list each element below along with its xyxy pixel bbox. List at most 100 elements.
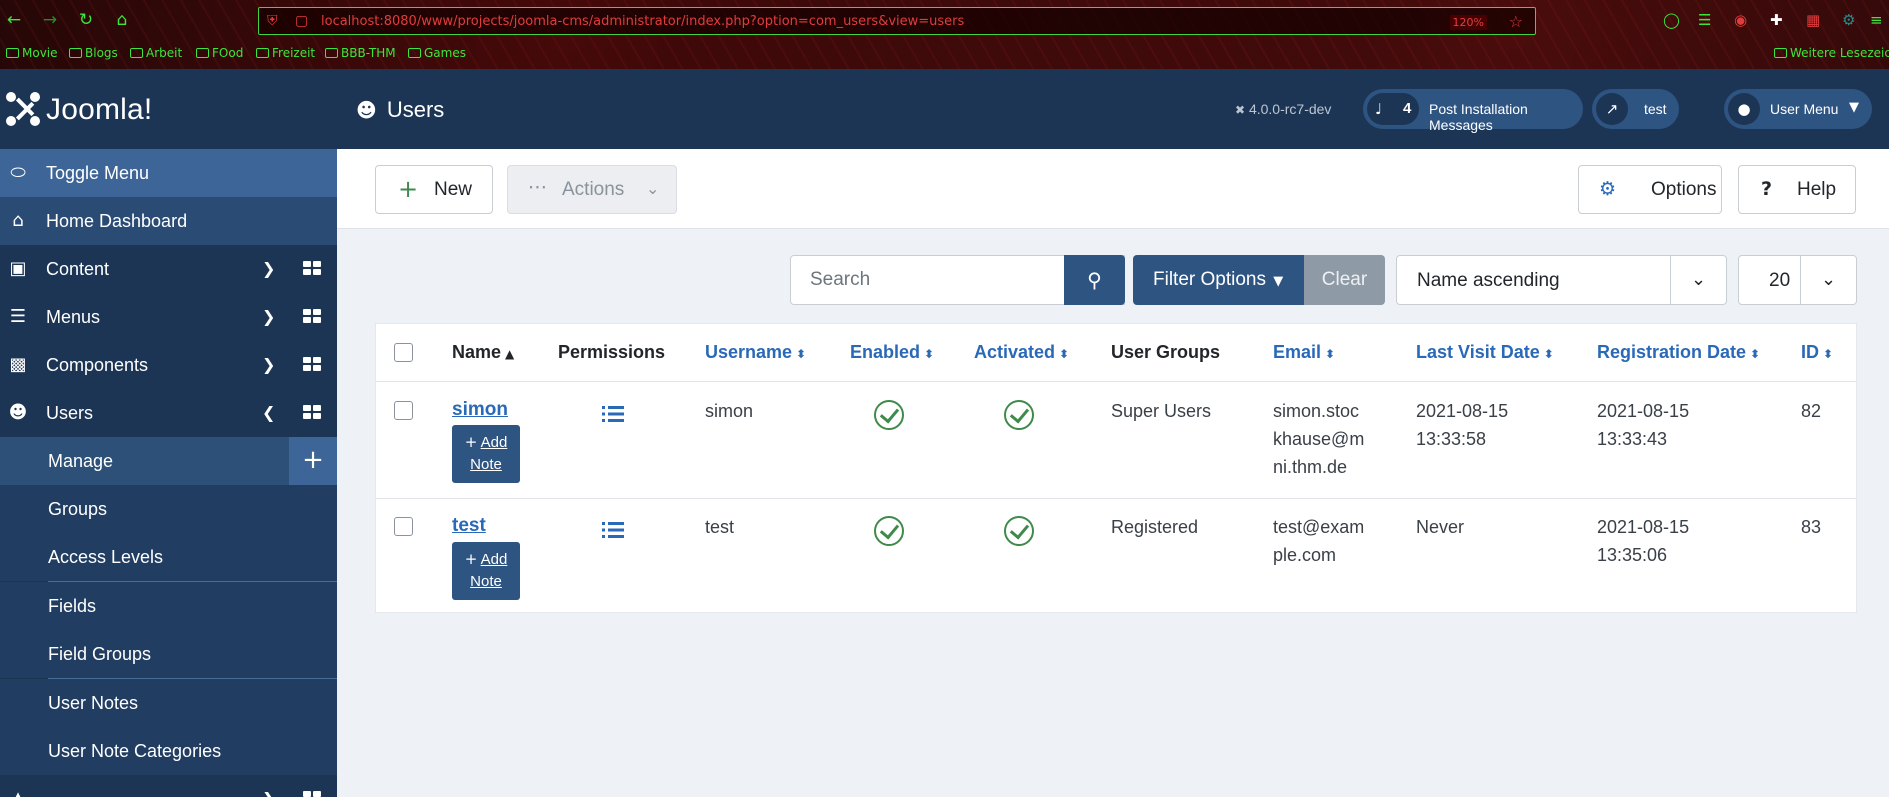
sidebar-item-label: Content bbox=[46, 259, 110, 279]
add-note-button[interactable]: + Add Note bbox=[452, 425, 520, 483]
brand[interactable]: Joomla! bbox=[0, 69, 337, 149]
sidebar-item-home-dashboard[interactable]: ⌂ Home Dashboard bbox=[0, 197, 337, 245]
chevron-right-icon: ❯ bbox=[262, 355, 276, 374]
bookmark-folder[interactable]: FOod bbox=[196, 46, 243, 60]
user-name-link[interactable]: simon bbox=[452, 395, 508, 424]
sidebar-item-content[interactable]: ▣ Content ❯ bbox=[0, 245, 337, 293]
list-icon[interactable] bbox=[602, 520, 624, 540]
sidebar-item-components[interactable]: ▩ Components ❯ bbox=[0, 341, 337, 389]
dashboard-grid-icon[interactable] bbox=[303, 357, 321, 372]
puzzle-icon: ▩ bbox=[9, 354, 27, 375]
view-site-button[interactable]: ↗ test bbox=[1592, 89, 1679, 129]
search-input[interactable] bbox=[791, 256, 1063, 304]
add-note-button[interactable]: + Add Note bbox=[452, 542, 520, 600]
bookmark-folder[interactable]: BBB-THM bbox=[325, 46, 396, 60]
user-menu-button[interactable]: ● User Menu ▼ bbox=[1724, 89, 1872, 129]
ublock-icon[interactable]: ◉ bbox=[1734, 11, 1747, 29]
settings-icon[interactable]: ⚙ bbox=[1842, 11, 1855, 29]
list-icon[interactable] bbox=[602, 404, 624, 424]
activated-check-icon[interactable] bbox=[1004, 516, 1034, 546]
sidebar-item-privacy[interactable]: ▲ ❯ bbox=[0, 775, 337, 797]
activated-check-icon[interactable] bbox=[1004, 400, 1034, 430]
search-button[interactable]: ⚲ bbox=[1064, 255, 1125, 305]
user-groups-cell: Registered bbox=[1111, 517, 1199, 537]
joomla-small-icon: ✖ bbox=[1235, 103, 1246, 117]
filter-options-button[interactable]: Filter Options ▼ bbox=[1133, 255, 1304, 305]
home-icon[interactable]: ⌂ bbox=[112, 10, 132, 30]
clear-button[interactable]: Clear bbox=[1304, 255, 1385, 305]
bookmark-star-icon[interactable]: ☆ bbox=[1509, 12, 1523, 31]
id-cell: 83 bbox=[1801, 517, 1822, 537]
sort-icon: ⬍ bbox=[1750, 347, 1761, 361]
container-icon[interactable]: ▦ bbox=[1806, 11, 1820, 29]
actions-dropdown[interactable]: ⋯ Actions ⌄ bbox=[507, 165, 677, 214]
dashboard-grid-icon[interactable] bbox=[303, 261, 321, 276]
sidebar-item-menus[interactable]: ☰ Menus ❯ bbox=[0, 293, 337, 341]
bookmark-folder[interactable]: Freizeit bbox=[256, 46, 315, 60]
help-button[interactable]: ? Help bbox=[1738, 165, 1856, 214]
bookmark-folder[interactable]: Arbeit bbox=[130, 46, 182, 60]
library-icon[interactable]: ☰ bbox=[1698, 11, 1711, 29]
caret-down-icon: ▼ bbox=[1273, 274, 1284, 289]
sort-icon: ⬍ bbox=[796, 347, 807, 361]
enabled-check-icon[interactable] bbox=[874, 400, 904, 430]
new-button[interactable]: + New bbox=[375, 165, 493, 214]
toggle-menu-button[interactable]: ⬭ Toggle Menu bbox=[0, 149, 337, 197]
forward-icon[interactable]: → bbox=[40, 10, 60, 30]
enabled-check-icon[interactable] bbox=[874, 516, 904, 546]
sort-icon: ⬍ bbox=[1543, 347, 1554, 361]
column-header-enabled[interactable]: Enabled ⬍ bbox=[850, 342, 934, 363]
new-label: New bbox=[434, 179, 473, 200]
dashboard-grid-icon[interactable] bbox=[303, 309, 321, 324]
bookmark-folder[interactable]: Movie bbox=[6, 46, 58, 60]
sidebar-subitem-user-note-categories[interactable]: User Note Categories bbox=[0, 727, 337, 775]
bookmark-folder[interactable]: Blogs bbox=[69, 46, 118, 60]
post-install-label: Post Installation Messages bbox=[1429, 101, 1528, 133]
back-icon[interactable]: ← bbox=[4, 10, 24, 30]
sidebar-subitem-manage[interactable]: Manage + bbox=[0, 437, 337, 485]
menu-icon[interactable]: ≡ bbox=[1870, 11, 1883, 29]
column-header-id[interactable]: ID ⬍ bbox=[1801, 342, 1833, 363]
sidebar-item-users[interactable]: ☻ Users ❮ bbox=[0, 389, 337, 437]
add-user-icon[interactable]: + bbox=[289, 437, 337, 485]
sidebar-subitem-field-groups[interactable]: Field Groups bbox=[0, 630, 337, 678]
column-header-name[interactable]: Name ▲ bbox=[452, 342, 514, 363]
sidebar-subitem-access-levels[interactable]: Access Levels bbox=[0, 533, 337, 581]
header: ☻ Users ✖ 4.0.0-rc7-dev ♩ 4 Post Installa… bbox=[337, 69, 1889, 149]
row-checkbox[interactable] bbox=[394, 517, 413, 536]
select-all-checkbox[interactable] bbox=[394, 343, 413, 362]
column-header-user-groups: User Groups bbox=[1111, 342, 1221, 362]
toolbar: + New ⋯ Actions ⌄ ⚙ Options ? Help bbox=[337, 149, 1889, 229]
extension-icon[interactable]: ✚ bbox=[1770, 11, 1783, 29]
site-label: test bbox=[1644, 101, 1667, 117]
url-bar[interactable]: ⛨ ▢ localhost:8080/www/projects/joomla-c… bbox=[258, 7, 1536, 35]
pocket-icon[interactable]: ◯ bbox=[1663, 11, 1680, 29]
column-header-registration[interactable]: Registration Date ⬍ bbox=[1597, 342, 1760, 363]
id-cell: 82 bbox=[1801, 401, 1822, 421]
sidebar-subitem-fields[interactable]: Fields bbox=[0, 582, 337, 630]
user-name-link[interactable]: test bbox=[452, 511, 486, 540]
column-header-last-visit[interactable]: Last Visit Date ⬍ bbox=[1416, 342, 1554, 363]
post-install-messages-button[interactable]: ♩ 4 Post Installation Messages bbox=[1363, 89, 1583, 133]
options-button[interactable]: ⚙ Options bbox=[1578, 165, 1722, 214]
column-header-permissions: Permissions bbox=[558, 342, 666, 362]
zoom-level[interactable]: 120% bbox=[1449, 15, 1487, 30]
chevron-right-icon: ❯ bbox=[262, 259, 276, 278]
registration-cell: 2021-08-15 13:35:06 bbox=[1597, 517, 1690, 565]
toggle-icon: ⬭ bbox=[10, 162, 26, 183]
row-checkbox[interactable] bbox=[394, 401, 413, 420]
sort-select[interactable]: Name ascending ⌄ bbox=[1396, 255, 1727, 305]
dashboard-grid-icon[interactable] bbox=[303, 791, 321, 797]
sidebar-subitem-groups[interactable]: Groups bbox=[0, 485, 337, 533]
sort-asc-icon: ▲ bbox=[505, 347, 515, 361]
dashboard-grid-icon[interactable] bbox=[303, 405, 321, 420]
other-bookmarks[interactable]: Weitere Lesezeichen bbox=[1774, 46, 1889, 60]
bookmark-folder[interactable]: Games bbox=[408, 46, 466, 60]
sidebar-subitem-user-notes[interactable]: User Notes bbox=[0, 679, 337, 727]
column-header-email[interactable]: Email ⬍ bbox=[1273, 342, 1335, 363]
column-header-activated[interactable]: Activated ⬍ bbox=[974, 342, 1069, 363]
sort-icon: ⬍ bbox=[1325, 347, 1336, 361]
column-header-username[interactable]: Username ⬍ bbox=[705, 342, 806, 363]
list-limit-select[interactable]: 20 ⌄ bbox=[1738, 255, 1857, 305]
reload-icon[interactable]: ↻ bbox=[76, 10, 96, 30]
